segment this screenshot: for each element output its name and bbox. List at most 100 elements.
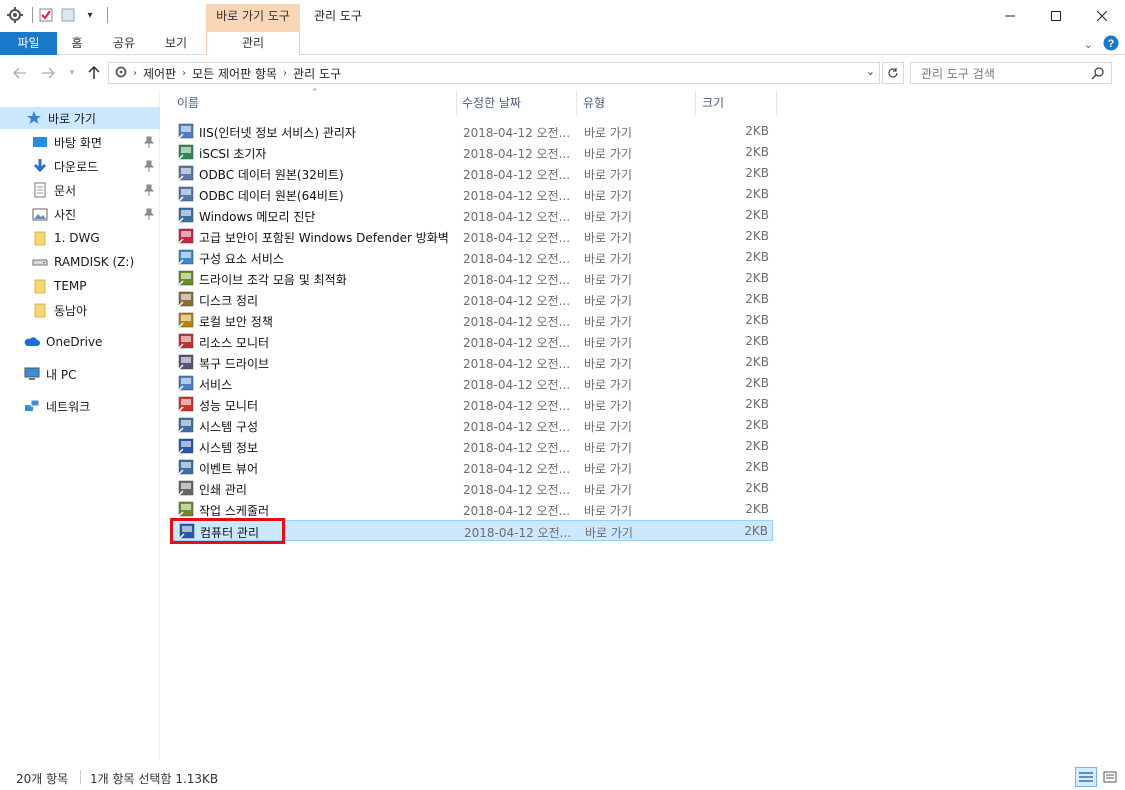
column-divider[interactable]	[776, 90, 777, 116]
nav-item-folder-dwg[interactable]: 1. DWG	[0, 227, 160, 249]
properties-icon[interactable]	[37, 6, 55, 24]
file-name: 인쇄 관리	[199, 483, 247, 497]
file-row[interactable]: 작업 스케줄러 2018-04-12 오전... 바로 가기 2KB	[171, 499, 773, 520]
file-row[interactable]: ODBC 데이터 원본(64비트) 2018-04-12 오전... 바로 가기 2K…	[171, 184, 773, 205]
breadcrumb-admin-tools[interactable]: 관리 도구	[293, 65, 341, 82]
shortcut-app-icon	[178, 312, 194, 328]
tab-share[interactable]: 공유	[106, 32, 142, 55]
expand-ribbon-icon[interactable]: ⌄	[1084, 38, 1093, 51]
file-row[interactable]: 고급 보안이 포함된 Windows Defender 방화벽 2018-04-1…	[171, 226, 773, 247]
pc-icon	[24, 366, 40, 382]
column-header-size[interactable]: 크기	[696, 90, 776, 116]
file-name: 고급 보안이 포함된 Windows Defender 방화벽	[199, 231, 449, 245]
file-row[interactable]: 드라이브 조각 모음 및 최적화 2018-04-12 오전... 바로 가기 2KB	[171, 268, 773, 289]
breadcrumb-chevron-icon[interactable]: ›	[133, 68, 137, 79]
breadcrumb-control-panel[interactable]: 제어판	[143, 65, 176, 82]
control-panel-gear-icon[interactable]	[6, 6, 24, 24]
address-dropdown-icon[interactable]: ⌄	[866, 65, 875, 78]
forward-button[interactable]	[40, 65, 56, 81]
maximize-button[interactable]	[1033, 0, 1079, 32]
file-row[interactable]: IIS(인터넷 정보 서비스) 관리자 2018-04-12 오전... 바로 가기…	[171, 121, 773, 142]
minimize-button[interactable]	[987, 0, 1033, 32]
window-controls	[987, 0, 1125, 32]
shortcut-app-icon	[178, 480, 194, 496]
search-input[interactable]: 관리 도구 검색	[910, 62, 1112, 84]
selection-highlight-box	[170, 518, 285, 544]
nav-item-ramdisk[interactable]: RAMDISK (Z:)	[0, 251, 160, 273]
file-size: 2KB	[745, 187, 769, 201]
close-button[interactable]	[1079, 0, 1125, 32]
breadcrumb-chevron-icon[interactable]: ›	[283, 68, 287, 79]
nav-item-desktop[interactable]: 바탕 화면	[0, 131, 160, 153]
customize-qat-icon[interactable]: ▾	[81, 6, 99, 24]
item-count: 20개 항목	[16, 772, 69, 786]
file-type: 바로 가기	[584, 210, 632, 224]
file-date: 2018-04-12 오전...	[463, 504, 571, 518]
file-row[interactable]: 복구 드라이브 2018-04-12 오전... 바로 가기 2KB	[171, 352, 773, 373]
column-header-name[interactable]: 이름	[171, 90, 456, 116]
tab-file[interactable]: 파일	[0, 32, 57, 55]
file-name: 시스템 구성	[199, 420, 259, 434]
file-type: 바로 가기	[584, 126, 632, 140]
search-icon[interactable]	[1091, 66, 1105, 83]
large-icons-view-button[interactable]	[1099, 767, 1121, 787]
file-row[interactable]: Windows 메모리 진단 2018-04-12 오전... 바로 가기 2KB	[171, 205, 773, 226]
file-row[interactable]: 서비스 2018-04-12 오전... 바로 가기 2KB	[171, 373, 773, 394]
file-type: 바로 가기	[584, 189, 632, 203]
recent-locations-button[interactable]: ▾	[64, 65, 80, 81]
file-row[interactable]: 이벤트 뷰어 2018-04-12 오전... 바로 가기 2KB	[171, 457, 773, 478]
pin-icon[interactable]	[143, 184, 155, 199]
file-row[interactable]: 구성 요소 서비스 2018-04-12 오전... 바로 가기 2KB	[171, 247, 773, 268]
file-row[interactable]: 성능 모니터 2018-04-12 오전... 바로 가기 2KB	[171, 394, 773, 415]
tab-view[interactable]: 보기	[158, 32, 194, 55]
breadcrumb-all-items[interactable]: 모든 제어판 항목	[192, 65, 277, 82]
file-row[interactable]: 시스템 정보 2018-04-12 오전... 바로 가기 2KB	[171, 436, 773, 457]
tab-manage[interactable]: 관리	[206, 32, 300, 55]
address-bar[interactable]: › 제어판 › 모든 제어판 항목 › 관리 도구 ⌄	[108, 62, 880, 84]
up-arrow-icon	[88, 66, 100, 79]
file-type: 바로 가기	[584, 378, 632, 392]
large-icons-view-icon	[1103, 771, 1117, 783]
tab-home[interactable]: 홈	[62, 32, 92, 55]
file-name: 구성 요소 서비스	[199, 252, 284, 266]
search-placeholder: 관리 도구 검색	[921, 66, 995, 81]
shortcut-app-icon	[178, 291, 194, 307]
details-view-button[interactable]	[1075, 767, 1097, 787]
help-icon[interactable]: ?	[1103, 35, 1119, 54]
file-size: 2KB	[745, 376, 769, 390]
file-size: 2KB	[745, 355, 769, 369]
pin-icon[interactable]	[143, 208, 155, 223]
nav-item-pictures[interactable]: 사진	[0, 203, 160, 225]
nav-item-quick-access[interactable]: 바로 가기	[0, 107, 160, 129]
file-date: 2018-04-12 오전...	[463, 399, 571, 413]
refresh-button[interactable]	[882, 62, 904, 84]
up-button[interactable]	[86, 65, 102, 81]
file-row[interactable]: ODBC 데이터 원본(32비트) 2018-04-12 오전... 바로 가기 2K…	[171, 163, 773, 184]
file-row[interactable]: 리소스 모니터 2018-04-12 오전... 바로 가기 2KB	[171, 331, 773, 352]
file-row[interactable]: 디스크 정리 2018-04-12 오전... 바로 가기 2KB	[171, 289, 773, 310]
nav-item-this-pc[interactable]: 내 PC	[0, 363, 160, 385]
file-row[interactable]: iSCSI 초기자 2018-04-12 오전... 바로 가기 2KB	[171, 142, 773, 163]
file-row[interactable]: 로컬 보안 정책 2018-04-12 오전... 바로 가기 2KB	[171, 310, 773, 331]
pin-icon[interactable]	[143, 160, 155, 175]
column-header-type[interactable]: 유형	[577, 90, 695, 116]
shortcut-app-icon	[178, 165, 194, 181]
nav-item-folder-temp[interactable]: TEMP	[0, 275, 160, 297]
nav-item-folder-southeast-asia[interactable]: 동남아	[0, 299, 160, 321]
file-row[interactable]: 인쇄 관리 2018-04-12 오전... 바로 가기 2KB	[171, 478, 773, 499]
nav-item-network[interactable]: 네트워크	[0, 395, 160, 417]
file-row[interactable]: 시스템 구성 2018-04-12 오전... 바로 가기 2KB	[171, 415, 773, 436]
nav-item-onedrive[interactable]: OneDrive	[0, 331, 160, 353]
navigation-pane: 바로 가기 바탕 화면 다운로드 문서 사진 1. DWG RAMDISK (Z…	[0, 90, 160, 760]
back-button[interactable]	[12, 65, 28, 81]
pin-icon[interactable]	[143, 136, 155, 151]
nav-item-label: 네트워크	[46, 399, 91, 414]
column-header-modified[interactable]: 수정한 날짜	[456, 90, 576, 116]
desktop-icon	[32, 134, 48, 150]
new-folder-icon[interactable]	[59, 6, 77, 24]
nav-item-downloads[interactable]: 다운로드	[0, 155, 160, 177]
nav-item-documents[interactable]: 문서	[0, 179, 160, 201]
network-icon	[24, 398, 40, 414]
ribbon-right-controls: ⌄ ?	[1084, 35, 1119, 54]
breadcrumb-chevron-icon[interactable]: ›	[182, 68, 186, 79]
